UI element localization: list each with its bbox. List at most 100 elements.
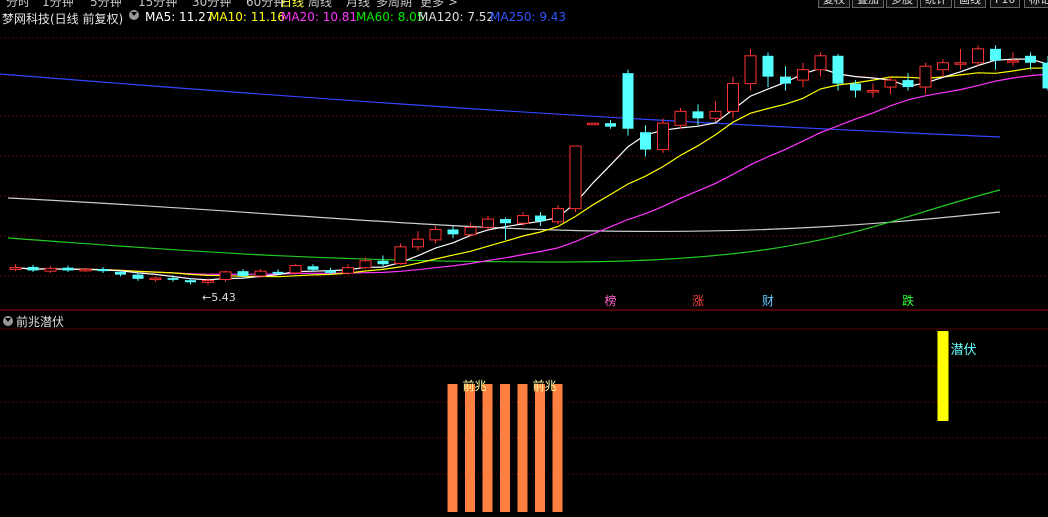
candle-up	[972, 48, 984, 64]
candle-down	[500, 219, 511, 224]
ma60-line	[7, 189, 1001, 263]
candle-down	[132, 274, 144, 279]
candle-up	[359, 260, 372, 269]
mark-button[interactable]: 标记	[1024, 0, 1048, 8]
period-tab-active[interactable]: 日线	[280, 0, 304, 8]
candle-up	[937, 62, 949, 71]
candle-up	[919, 65, 932, 88]
draw-line-button[interactable]: 画线	[954, 0, 986, 8]
candle-up	[254, 270, 267, 277]
overlay-button[interactable]: 叠加	[852, 0, 884, 8]
event-marker: 财	[762, 294, 774, 308]
candle-down	[605, 123, 616, 127]
candle-down	[622, 73, 634, 129]
candle-down	[902, 80, 914, 88]
candle-up	[219, 271, 232, 280]
candle-up	[709, 110, 722, 119]
indicator-bar	[465, 384, 475, 512]
ma10-label: MA10: 11.16	[209, 10, 286, 24]
ma60-label: MA60: 8.05	[356, 10, 425, 24]
low-price-label: ←5.43	[202, 291, 236, 304]
candle-down	[167, 278, 179, 280]
event-marker: 涨	[692, 293, 704, 308]
candle-up	[289, 265, 302, 274]
candle-up	[412, 238, 424, 248]
candle-up	[149, 277, 162, 281]
candle-up	[44, 267, 57, 272]
indicator-bar-label: 前兆	[463, 378, 487, 393]
candle-down	[377, 260, 389, 265]
stock-title: 梦网科技(日线 前复权)	[2, 12, 124, 26]
candle-up	[464, 226, 477, 236]
stats-button[interactable]: 统计	[920, 0, 952, 8]
candle-up	[394, 246, 407, 265]
ma5-label: MA5: 11.27	[145, 10, 214, 24]
indicator-bar	[535, 384, 545, 512]
candle-down	[640, 132, 651, 150]
period-tab[interactable]: 更多 >	[420, 0, 458, 8]
event-marker: 跌	[902, 293, 914, 308]
candle-down	[535, 215, 546, 222]
dropdown-circle-icon[interactable]	[129, 10, 139, 20]
candle-up	[587, 122, 599, 126]
period-tab[interactable]: 5分钟	[90, 0, 122, 8]
period-tab[interactable]: 分时	[6, 0, 30, 8]
indicator-title: 前兆潜伏	[16, 315, 65, 329]
candle-down	[27, 266, 39, 271]
ma10-line	[15, 67, 1048, 278]
candle-down	[850, 83, 861, 91]
candle-down	[115, 271, 126, 275]
ma20-line	[15, 73, 1048, 275]
candle-down	[990, 48, 1001, 61]
candle-up	[744, 55, 757, 85]
candle-up	[482, 218, 494, 228]
candle-up	[674, 110, 687, 126]
indicator-bar	[500, 384, 510, 512]
candle-up	[517, 215, 529, 224]
period-tab[interactable]: 30分钟	[192, 0, 231, 8]
indicator-bar	[517, 384, 528, 512]
candle-up	[342, 267, 354, 274]
candle-up	[9, 267, 22, 270]
candle-down	[325, 270, 336, 273]
candle-up	[867, 90, 879, 93]
candle-up	[79, 268, 92, 272]
period-tab[interactable]: 月线	[346, 0, 370, 8]
indicator-bar-label: 前兆	[533, 378, 557, 393]
indicator-menu-icon[interactable]	[3, 316, 13, 326]
candle-up	[657, 122, 669, 151]
candle-up	[429, 228, 442, 241]
candle-down	[447, 229, 459, 235]
candle-up	[569, 145, 582, 210]
period-tab[interactable]: 15分钟	[138, 0, 177, 8]
candle-down	[762, 55, 774, 77]
indicator-bar	[482, 384, 493, 512]
ma250-label: MA250: 9.43	[490, 10, 567, 24]
candle-down	[692, 111, 704, 119]
candle-up	[202, 280, 214, 283]
period-tab[interactable]: 1分钟	[42, 0, 74, 8]
candle-down	[62, 267, 74, 271]
candle-down	[272, 271, 284, 274]
candle-up	[727, 83, 739, 112]
toolbar: 分时 1分钟 5分钟 15分钟 30分钟 60分钟 日线 周线 月线 多周期 更…	[0, 0, 1048, 8]
adjust-button[interactable]: 复权	[818, 0, 850, 8]
indicator-bar	[447, 384, 458, 512]
ma120-label: MA120: 7.52	[418, 10, 495, 24]
candle-down	[307, 266, 319, 270]
candle-up	[954, 62, 967, 65]
signal-bar	[937, 331, 949, 421]
multi-stock-button[interactable]: 多股	[886, 0, 918, 8]
candle-down	[832, 55, 844, 84]
candle-up	[884, 79, 897, 88]
event-marker: 榜	[605, 293, 617, 308]
candle-up	[552, 208, 564, 223]
period-tab[interactable]: 多周期	[376, 0, 412, 8]
kline-chart[interactable]: ←12.15←5.43榜涨财跌前兆前兆潜伏	[0, 0, 1048, 517]
candle-down	[1042, 62, 1048, 89]
candle-down	[237, 271, 249, 277]
f10-button[interactable]: F10	[990, 0, 1021, 8]
period-tab[interactable]: 周线	[308, 0, 332, 8]
indicator-bar	[552, 384, 563, 512]
candle-down	[185, 280, 196, 283]
